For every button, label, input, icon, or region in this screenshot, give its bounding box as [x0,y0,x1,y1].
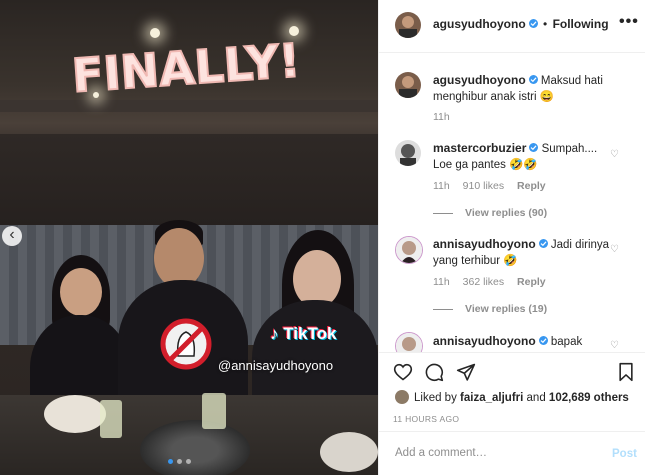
author-avatar[interactable] [395,12,421,38]
tiktok-note-icon: ♪ [270,324,279,343]
liked-prefix: Liked by [414,392,457,404]
comment-avatar[interactable] [395,236,423,264]
post-timestamp[interactable]: 11 HOURS AGO [393,414,459,424]
comment-username[interactable]: annisayudhoyono [433,237,536,251]
header-text: agusyudhoyono • Following [433,17,609,31]
like-heart-icon[interactable] [393,362,413,382]
liker-avatar[interactable] [395,390,409,404]
share-send-icon[interactable] [456,362,476,382]
drink-glass [202,393,226,429]
wall-panel [0,134,378,226]
header-separator: • [543,17,548,31]
reply-button[interactable]: Reply [517,180,546,192]
bowl [320,432,378,472]
post-comment-button[interactable]: Post [612,448,637,460]
comments-list[interactable]: agusyudhoyono Maksud hati menghibur anak… [379,54,645,352]
post-media[interactable]: FINALLY! ♪ TikTok @annisayudhoyono ‹ [0,0,378,475]
man-face [154,228,204,288]
comment-time: 11h [433,111,450,123]
drink-glass [100,400,122,438]
comment-body: annisayudhoyono bapak [433,333,613,350]
comment-body: annisayudhoyono Jadi dirinya yang terhib… [433,236,613,269]
view-replies-button[interactable]: View replies (19) [433,303,547,315]
comment-bubble-icon[interactable] [424,362,444,382]
post-header: agusyudhoyono • Following ••• [379,0,645,53]
add-comment-bar: Post [379,431,645,476]
finally-sticker: FINALLY! [69,32,303,104]
reply-button[interactable]: Reply [517,276,546,288]
following-button[interactable]: Following [553,17,609,31]
comment-username[interactable]: annisayudhoyono [433,334,536,348]
liked-user[interactable]: faiza_aljufri [460,392,523,404]
replies-divider-line [433,212,453,214]
comment-likes[interactable]: 362 likes [463,276,504,288]
comment-likes[interactable]: 910 likes [463,180,504,192]
replies-divider-line [433,308,453,310]
grill-pot [140,420,250,475]
bowl [44,395,106,433]
previous-slide-button[interactable]: ‹ [2,226,22,246]
girl-left-face [60,268,102,316]
save-bookmark-icon[interactable] [617,362,635,382]
finally-sticker-text: FINALLY! [70,33,302,103]
liked-and: and [526,392,546,404]
comment-avatar[interactable] [395,332,423,352]
tiktok-watermark: ♪ TikTok [270,324,336,344]
comment-body: agusyudhoyono Maksud hati menghibur anak… [433,72,613,105]
liked-count[interactable]: 102,689 others [549,392,629,404]
carousel-indicator [168,459,191,464]
comment-like-heart-icon[interactable]: ♡ [610,340,619,351]
comment-username[interactable]: mastercorbuzier [433,141,526,155]
author-username[interactable]: agusyudhoyono [433,17,526,31]
instagram-post-window: FINALLY! ♪ TikTok @annisayudhoyono ‹ agu… [0,0,645,475]
verified-badge-icon [538,239,548,248]
verified-badge-icon [528,19,538,28]
post-side-panel: agusyudhoyono • Following ••• agusyudhoy… [378,0,645,475]
comment-avatar[interactable] [395,140,421,166]
ghostbusters-logo [160,318,212,370]
comment-time: 11h [433,180,450,192]
more-options-icon[interactable]: ••• [619,13,639,31]
likes-summary: Liked by faiza_aljufri and 102,689 other… [395,390,629,404]
comment-avatar[interactable] [395,72,421,98]
comment-body: mastercorbuzier Sumpah.... Loe ga pantes… [433,140,613,173]
comment-meta: 11h 362 likes Reply [433,276,556,288]
carousel-dot [177,459,182,464]
tiktok-label: TikTok [283,324,337,343]
comment-like-heart-icon[interactable]: ♡ [610,149,619,160]
view-replies-label: View replies (90) [465,207,548,219]
comment-meta: 11h [433,111,460,123]
comment-meta: 11h 910 likes Reply [433,180,556,192]
verified-badge-icon [529,143,539,152]
comment-text: bapak [550,336,583,348]
post-actions: Liked by faiza_aljufri and 102,689 other… [379,352,645,475]
chevron-left-icon: ‹ [9,226,15,243]
view-replies-button[interactable]: View replies (90) [433,207,547,219]
verified-badge-icon [528,75,538,84]
carousel-dot-active [168,459,173,464]
add-comment-input[interactable] [393,446,597,460]
comment-like-heart-icon[interactable]: ♡ [610,244,619,255]
comment-username[interactable]: agusyudhoyono [433,73,526,87]
carousel-dot [186,459,191,464]
view-replies-label: View replies (19) [465,303,548,315]
verified-badge-icon [538,336,548,345]
comment-time: 11h [433,276,450,288]
tiktok-username: @annisayudhoyono [218,358,334,373]
